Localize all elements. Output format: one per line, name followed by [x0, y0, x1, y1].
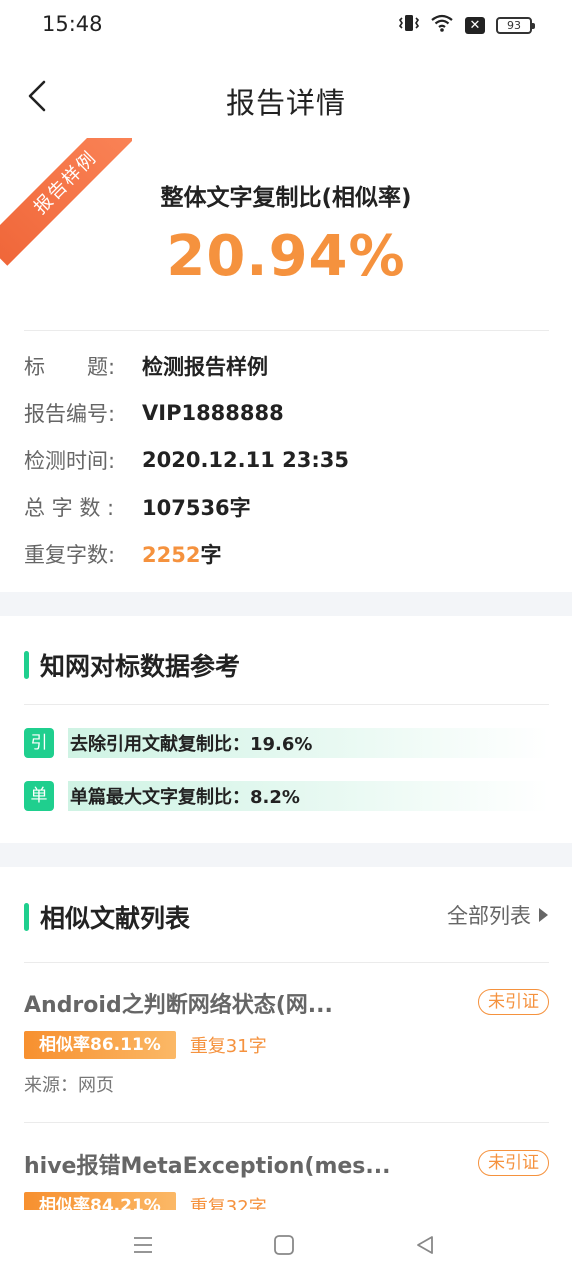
vibrate-icon [398, 14, 420, 36]
similar-section-title: 相似文献列表 [24, 899, 190, 935]
page-title: 报告详情 [225, 86, 346, 120]
battery-icon: 93 [496, 16, 535, 34]
repeat-count-number: 2252 [142, 542, 201, 567]
benchmark-item: 引 去除引用文献复制比：19.6% [24, 728, 549, 758]
divider [24, 704, 549, 705]
info-row-title: 标 题: 检测报告样例 [24, 342, 349, 389]
similarity-badge: 相似率86.11% [24, 1031, 176, 1059]
section-accent-bar [24, 651, 29, 679]
back-nav-button[interactable] [414, 1234, 436, 1260]
info-value: 2020.12.11 23:35 [142, 447, 350, 472]
status-icons: ✕ 93 [398, 14, 535, 36]
home-button[interactable] [273, 1234, 295, 1260]
system-nav-bar [0, 1210, 572, 1280]
similarity-percent: 20.94% [166, 224, 406, 289]
section-gap [0, 843, 572, 867]
info-key: 重复字数: [24, 542, 116, 567]
menu-icon [134, 1237, 152, 1253]
similar-doc-item[interactable]: Android之判断网络状态(网... 未引证 相似率86.11% 重复31字 … [24, 987, 549, 1097]
chevron-right-icon [539, 908, 548, 922]
info-row-repeat-count: 重复字数: 2252字 [24, 530, 349, 577]
repeat-count-unit: 字 [200, 542, 222, 567]
menu-button[interactable] [132, 1234, 154, 1260]
single-badge: 单 [24, 781, 54, 811]
info-value: 检测报告样例 [142, 354, 268, 379]
section-gap [0, 592, 572, 616]
doc-metrics: 相似率84.21% 重复32字 [24, 1192, 549, 1210]
info-key: 检测时间: [24, 448, 116, 473]
status-time: 15:48 [42, 12, 103, 36]
similarity-badge: 相似率84.21% [24, 1192, 176, 1210]
info-value: 2252字 [142, 539, 221, 569]
page-content: 15:48 ✕ 93 报告详情 报告样例 整体文字复制比(相似率) 20.94%… [0, 0, 572, 1210]
info-row-word-count: 总 字 数 : 107536字 [24, 483, 349, 530]
benchmark-bar: 去除引用文献复制比：19.6% [68, 728, 549, 758]
home-icon [274, 1235, 294, 1255]
citation-status-tag: 未引证 [478, 989, 549, 1015]
all-list-label: 全部列表 [447, 904, 531, 928]
benchmark-text: 去除引用文献复制比：19.6% [70, 734, 313, 755]
report-info-list: 标 题: 检测报告样例 报告编号: VIP1888888 检测时间: 2020.… [24, 342, 349, 577]
info-row-report-number: 报告编号: VIP1888888 [24, 389, 349, 436]
all-list-link[interactable]: 全部列表 [447, 900, 548, 930]
section-title-text: 相似文献列表 [40, 904, 191, 933]
nav-bar: 报告详情 [0, 52, 572, 144]
doc-metrics: 相似率86.11% 重复31字 [24, 1031, 549, 1059]
benchmark-text: 单篇最大文字复制比：8.2% [70, 787, 300, 808]
doc-title: Android之判断网络状态(网... [24, 993, 333, 1018]
info-key: 报告编号: [24, 401, 116, 426]
triangle-back-icon [417, 1236, 433, 1254]
repeat-count: 重复31字 [189, 1036, 267, 1057]
info-row-check-time: 检测时间: 2020.12.11 23:35 [24, 436, 349, 483]
divider [24, 330, 549, 331]
doc-title: hive报错MetaException(mes... [24, 1154, 391, 1179]
no-sim-icon: ✕ [465, 16, 485, 34]
similarity-headline: 整体文字复制比(相似率) [160, 185, 412, 211]
benchmark-item: 单 单篇最大文字复制比：8.2% [24, 781, 549, 811]
citation-status-tag: 未引证 [478, 1150, 549, 1176]
info-key: 标 题: [24, 354, 116, 379]
similar-doc-item[interactable]: hive报错MetaException(mes... 未引证 相似率84.21%… [24, 1148, 549, 1210]
repeat-count: 重复32字 [189, 1197, 267, 1210]
section-title-text: 知网对标数据参考 [40, 652, 241, 681]
divider [24, 962, 549, 963]
wifi-icon [430, 14, 454, 36]
doc-source: 来源：网页 [24, 1075, 114, 1096]
info-value: VIP1888888 [142, 400, 284, 425]
benchmark-bar: 单篇最大文字复制比：8.2% [68, 781, 549, 811]
divider [24, 1122, 549, 1123]
citation-badge: 引 [24, 728, 54, 758]
benchmark-section-title: 知网对标数据参考 [24, 647, 240, 683]
section-accent-bar [24, 903, 29, 931]
info-value: 107536字 [142, 495, 251, 520]
status-bar: 15:48 ✕ 93 [0, 0, 572, 52]
info-key: 总 字 数 : [24, 495, 115, 520]
